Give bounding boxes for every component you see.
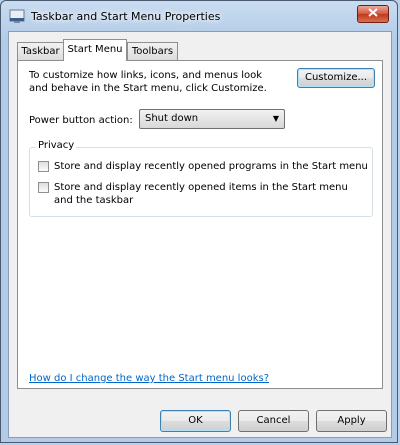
title-bar[interactable]: Taskbar and Start Menu Properties [1,1,397,31]
apply-button[interactable]: Apply [316,410,387,432]
customize-button[interactable]: Customize... [297,68,375,88]
recent-items-label: Store and display recently opened items … [54,182,348,206]
tab-start-menu[interactable]: Start Menu [63,39,127,61]
power-button-value: Shut down [145,113,199,124]
ok-button[interactable]: OK [160,410,231,432]
privacy-group-title: Privacy [36,140,77,151]
taskbar-properties-icon [9,9,25,24]
customize-description: To customize how links, icons, and menus… [29,70,267,94]
window-title: Taskbar and Start Menu Properties [31,10,221,23]
recent-programs-label: Store and display recently opened progra… [54,161,368,172]
privacy-group: Privacy Store and display recently opene… [29,140,373,217]
close-button[interactable] [357,5,389,23]
close-icon [368,8,378,20]
power-button-label: Power button action: [29,115,133,126]
tab-taskbar[interactable]: Taskbar [17,42,64,60]
chevron-down-icon: ▼ [272,114,279,123]
properties-window: Taskbar and Start Menu Properties Taskba… [0,0,398,443]
recent-items-option[interactable]: Store and display recently opened items … [38,181,368,207]
start-menu-panel: To customize how links, icons, and menus… [17,60,383,389]
recent-programs-option[interactable]: Store and display recently opened progra… [38,160,368,173]
dialog-client-area: Taskbar Start Menu Toolbars To customize… [8,31,392,438]
start-menu-help-link[interactable]: How do I change the way the Start menu l… [29,373,269,384]
recent-programs-checkbox[interactable] [38,161,49,172]
power-button-select[interactable]: Shut down ▼ [139,109,285,129]
recent-items-checkbox[interactable] [38,182,49,193]
tab-toolbars[interactable]: Toolbars [127,42,178,60]
cancel-button[interactable]: Cancel [238,410,309,432]
